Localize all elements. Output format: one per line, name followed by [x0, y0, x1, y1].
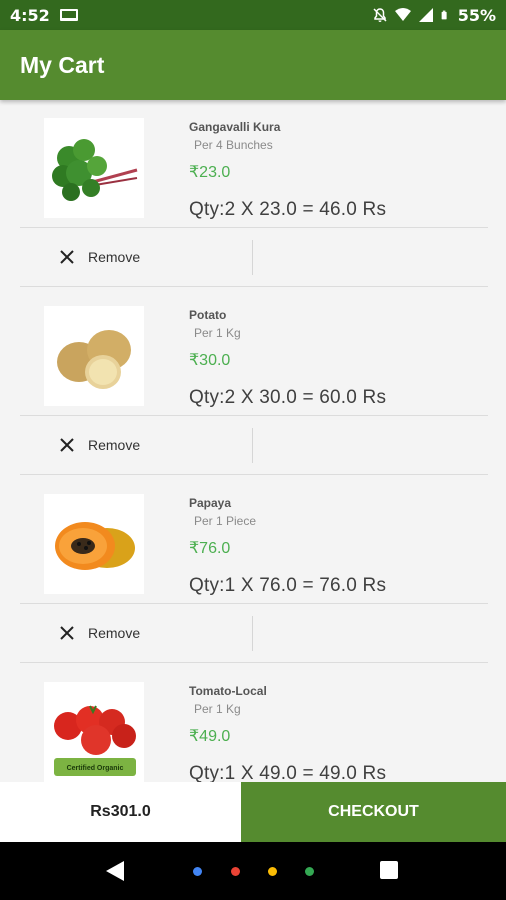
page-title: My Cart — [20, 51, 105, 78]
notifications-off-icon — [373, 8, 387, 22]
product-image-tomato: Certified Organic — [44, 682, 144, 782]
product-unit: Per 1 Kg — [194, 326, 241, 340]
cart-item-info: Gangavalli Kura Per 4 Bunches ₹23.0 Qty:… — [189, 120, 488, 221]
cart-item: Gangavalli Kura Per 4 Bunches ₹23.0 Qty:… — [20, 100, 488, 288]
cart-item: Certified Organic Tomato-Local Per 1 Kg … — [20, 664, 488, 782]
product-unit: Per 1 Kg — [194, 702, 241, 716]
cart-item-actions: Remove — [20, 228, 488, 287]
product-price: ₹76.0 — [189, 540, 231, 557]
remove-button[interactable]: Remove — [58, 436, 140, 454]
cart-item-details: Gangavalli Kura Per 4 Bunches ₹23.0 Qty:… — [20, 100, 488, 228]
product-price: ₹30.0 — [189, 352, 231, 369]
potato-image-graphic — [57, 330, 131, 389]
signal-icon — [418, 8, 433, 22]
checkout-button[interactable]: CHECKOUT — [241, 782, 506, 842]
product-image-potato — [44, 306, 144, 406]
cart-item-info: Potato Per 1 Kg ₹30.0 Qty:2 X 30.0 = 60.… — [189, 308, 488, 409]
remove-label: Remove — [88, 437, 141, 453]
product-image-papaya — [44, 494, 144, 594]
product-name: Papaya — [189, 496, 232, 510]
product-unit: Per 4 Bunches — [194, 138, 273, 152]
app-bar: My Cart — [0, 30, 506, 100]
quantity-summary: Qty:1 X 76.0 = 76.0 Rs — [189, 575, 387, 596]
cart-item-info: Papaya Per 1 Piece ₹76.0 Qty:1 X 76.0 = … — [189, 496, 488, 597]
cart-item: Potato Per 1 Kg ₹30.0 Qty:2 X 30.0 = 60.… — [20, 288, 488, 476]
cart-item-details: Papaya Per 1 Piece ₹76.0 Qty:1 X 76.0 = … — [20, 476, 488, 604]
tomato-image-graphic: Certified Organic — [54, 705, 136, 776]
divider — [252, 428, 253, 463]
product-name: Tomato-Local — [189, 684, 267, 698]
battery-icon — [441, 10, 447, 20]
cart-item: Papaya Per 1 Piece ₹76.0 Qty:1 X 76.0 = … — [20, 476, 488, 664]
cart-item-actions: Remove — [20, 604, 488, 663]
status-bar: 4:52 55% — [0, 0, 506, 30]
remove-label: Remove — [88, 625, 141, 641]
cart-item-details: Potato Per 1 Kg ₹30.0 Qty:2 X 30.0 = 60.… — [20, 288, 488, 416]
quantity-summary: Qty:1 X 49.0 = 49.0 Rs — [189, 763, 387, 782]
remove-label: Remove — [88, 249, 141, 265]
laptop-icon — [59, 9, 78, 21]
overview-icon[interactable] — [380, 861, 398, 879]
cart-item-details: Certified Organic Tomato-Local Per 1 Kg … — [20, 664, 488, 782]
remove-button[interactable]: Remove — [58, 248, 140, 266]
status-icons: 55% — [372, 6, 496, 25]
assistant-dot-red-icon — [231, 867, 240, 876]
product-price: ₹23.0 — [189, 164, 231, 181]
divider — [252, 616, 253, 651]
product-unit: Per 1 Piece — [194, 514, 257, 528]
wifi-icon — [394, 8, 411, 21]
product-image-greens — [44, 118, 144, 218]
assistant-dot-green-icon — [305, 867, 314, 876]
cart-item-info: Tomato-Local Per 1 Kg ₹49.0 Qty:1 X 49.0… — [189, 684, 488, 782]
close-icon — [60, 250, 74, 264]
assistant-dot-blue-icon — [193, 867, 202, 876]
quantity-summary: Qty:2 X 23.0 = 46.0 Rs — [189, 199, 387, 220]
status-time: 4:52 — [10, 5, 50, 25]
papaya-image-graphic — [55, 522, 135, 570]
close-icon — [60, 438, 74, 452]
cart-item-actions: Remove — [20, 416, 488, 475]
organic-label: Certified Organic — [67, 765, 124, 772]
cart-list[interactable]: Gangavalli Kura Per 4 Bunches ₹23.0 Qty:… — [20, 100, 488, 782]
product-name: Potato — [189, 308, 227, 322]
system-nav-bar — [0, 842, 506, 900]
greens-image-graphic — [52, 139, 138, 201]
product-price: ₹49.0 — [189, 728, 231, 745]
back-icon[interactable] — [106, 861, 124, 881]
divider — [252, 240, 253, 275]
assistant-dot-yellow-icon — [268, 867, 277, 876]
cart-total: Rs301.0 — [0, 782, 241, 842]
battery-percent: 55% — [457, 5, 496, 25]
quantity-summary: Qty:2 X 30.0 = 60.0 Rs — [189, 387, 387, 408]
checkout-bar: Rs301.0 CHECKOUT — [0, 782, 506, 842]
product-name: Gangavalli Kura — [189, 120, 281, 134]
close-icon — [60, 626, 74, 640]
remove-button[interactable]: Remove — [58, 624, 140, 642]
